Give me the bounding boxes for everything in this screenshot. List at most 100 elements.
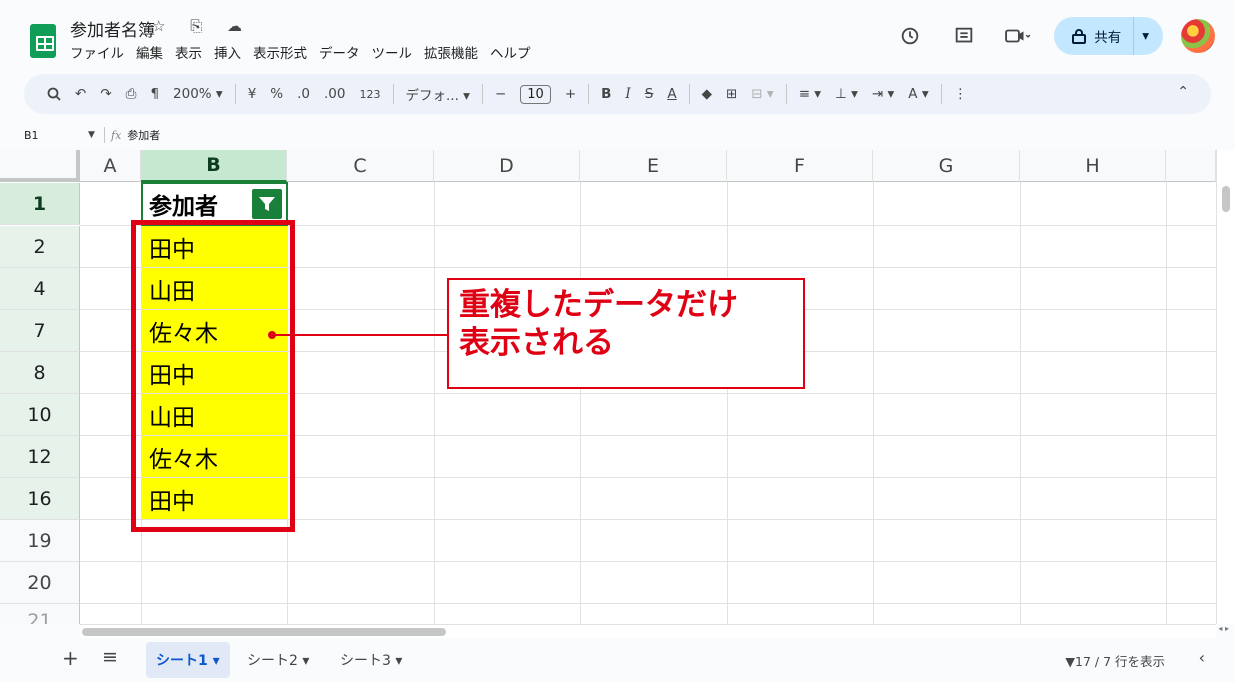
grid-line [1166,182,1167,624]
toolbar-divider [481,84,483,104]
add-sheet-button[interactable]: + [62,646,79,670]
bold-button[interactable]: B [594,86,618,102]
decrease-decimal-button[interactable]: .0 [290,86,317,102]
column-header-d[interactable]: D [434,150,580,182]
row-header-19[interactable]: 19 [0,520,80,562]
comment-icon[interactable] [946,18,982,54]
formula-divider [104,127,105,143]
row-header-4[interactable]: 4 [0,268,80,310]
scroll-arrows-icon[interactable]: ◂ ▸ [1218,624,1229,633]
grid-line [727,182,728,624]
print-icon[interactable]: ⎙ [119,86,144,102]
column-header-c[interactable]: C [287,150,434,182]
row-header-20[interactable]: 20 [0,562,80,604]
row-header-8[interactable]: 8 [0,352,80,394]
column-header-a[interactable]: A [80,150,141,182]
avatar[interactable] [1181,19,1215,53]
history-icon[interactable] [892,18,928,54]
collapse-toolbar-icon[interactable]: ⌃ [1177,84,1189,100]
toolbar-divider [940,84,942,104]
menu-tools[interactable]: ツール [372,42,413,62]
menu-bar: ファイル 編集 表示 挿入 表示形式 データ ツール 拡張機能 ヘルプ [70,42,531,62]
strikethrough-button[interactable]: S [638,86,661,102]
spreadsheet-grid[interactable]: A B C D E F G H 1 2 4 7 8 10 12 16 19 20… [0,150,1216,624]
share-dropdown-icon[interactable]: ▾ [1142,28,1149,44]
row-header-10[interactable]: 10 [0,394,80,436]
row-header-21[interactable]: 21 [0,604,80,624]
share-label: 共有 [1094,30,1122,46]
menu-data[interactable]: データ [319,42,360,62]
undo-icon[interactable]: ↶ [68,86,93,102]
menu-insert[interactable]: 挿入 [214,42,241,62]
vertical-align-icon[interactable]: ⊥ ▾ [828,86,865,102]
more-options-icon[interactable]: ⋮ [947,86,975,102]
menu-extensions[interactable]: 拡張機能 [424,42,478,62]
sheet-tab-1[interactable]: シート1 ▾ [146,642,230,678]
all-sheets-menu-icon[interactable]: ≡ [102,646,118,668]
toolbar-divider [688,84,690,104]
name-box[interactable]: B1 [0,129,88,142]
column-header-i[interactable] [1166,150,1216,182]
column-header-h[interactable]: H [1020,150,1166,182]
italic-button[interactable]: I [618,86,637,102]
row-header-2[interactable]: 2 [0,226,80,268]
font-family-select[interactable]: デフォ... ▾ [399,84,477,104]
name-box-dropdown-icon[interactable]: ▼ [88,130,104,140]
text-rotation-icon[interactable]: A ▾ [901,86,935,102]
formula-input[interactable]: 参加者 [127,127,160,143]
menu-edit[interactable]: 編集 [136,42,163,62]
column-header-b[interactable]: B [141,150,287,182]
top-right-actions: 共有 ▾ [892,17,1215,55]
row-header-1[interactable]: 1 [0,183,80,225]
menu-format[interactable]: 表示形式 [253,42,307,62]
font-size-increase-button[interactable]: + [558,86,583,102]
grid-line [1020,182,1021,624]
paint-format-icon[interactable]: ¶ [143,86,166,102]
select-all-corner[interactable] [0,150,80,182]
share-button[interactable]: 共有 ▾ [1054,17,1163,55]
menu-view[interactable]: 表示 [175,42,202,62]
horizontal-align-icon[interactable]: ≡ ▾ [792,86,828,102]
toolbar-divider [785,84,787,104]
zoom-select[interactable]: 200% ▾ [166,86,230,102]
title-bar: 参加者名簿 ☆ ⎘ ☁ ファイル 編集 表示 挿入 表示形式 データ ツール 拡… [0,0,1235,70]
font-size-input[interactable]: 10 [520,84,551,104]
text-wrap-icon[interactable]: ⇥ ▾ [865,86,901,102]
merge-cells-icon[interactable]: ⊟ ▾ [744,86,780,102]
vertical-scrollbar[interactable] [1216,150,1235,624]
row-header-16[interactable]: 16 [0,478,80,520]
column-header-f[interactable]: F [727,150,873,182]
grid-line [434,182,435,624]
column-header-g[interactable]: G [873,150,1020,182]
document-title[interactable]: 参加者名簿 [70,16,155,41]
font-size-decrease-button[interactable]: − [488,86,513,102]
borders-icon[interactable]: ⊞ [719,86,744,102]
search-menus-icon[interactable] [40,87,68,101]
number-format-button[interactable]: 123 [353,88,388,101]
increase-decimal-button[interactable]: .00 [317,86,352,102]
column-header-e[interactable]: E [580,150,727,182]
percent-format-button[interactable]: % [263,86,290,102]
horizontal-scroll-thumb[interactable] [82,628,446,636]
fill-color-icon[interactable]: ◆ [695,86,719,102]
row-header-12[interactable]: 12 [0,436,80,478]
menu-file[interactable]: ファイル [70,42,124,62]
row-header-7[interactable]: 7 [0,310,80,352]
text-color-button[interactable]: A [660,86,683,102]
horizontal-scrollbar[interactable] [80,624,1216,638]
redo-icon[interactable]: ↷ [93,86,118,102]
currency-format-button[interactable]: ¥ [241,86,264,102]
video-call-icon[interactable] [1000,18,1036,54]
sheets-logo-icon[interactable] [30,24,56,58]
sheet-tab-2[interactable]: シート2 ▾ [237,642,319,678]
title-action-icons[interactable]: ☆ ⎘ ☁ [152,17,252,35]
menu-help[interactable]: ヘルプ [490,42,531,62]
toolbar: ↶ ↷ ⎙ ¶ 200% ▾ ¥ % .0 .00 123 デフォ... ▾ −… [24,74,1211,114]
annotation-callout: 重複したデータだけ 表示される [447,278,805,389]
formula-bar: B1 ▼ fx 参加者 [0,122,1235,148]
sheet-tab-bar: + ≡ シート1 ▾ シート2 ▾ シート3 ▾ ▼17 / 7 行を表示 ‹ [0,638,1235,682]
sheet-tab-3[interactable]: シート3 ▾ [330,642,412,678]
toolbar-divider [588,84,590,104]
side-panel-toggle-icon[interactable]: ‹ [1199,648,1205,667]
vertical-scroll-thumb[interactable] [1222,186,1230,212]
